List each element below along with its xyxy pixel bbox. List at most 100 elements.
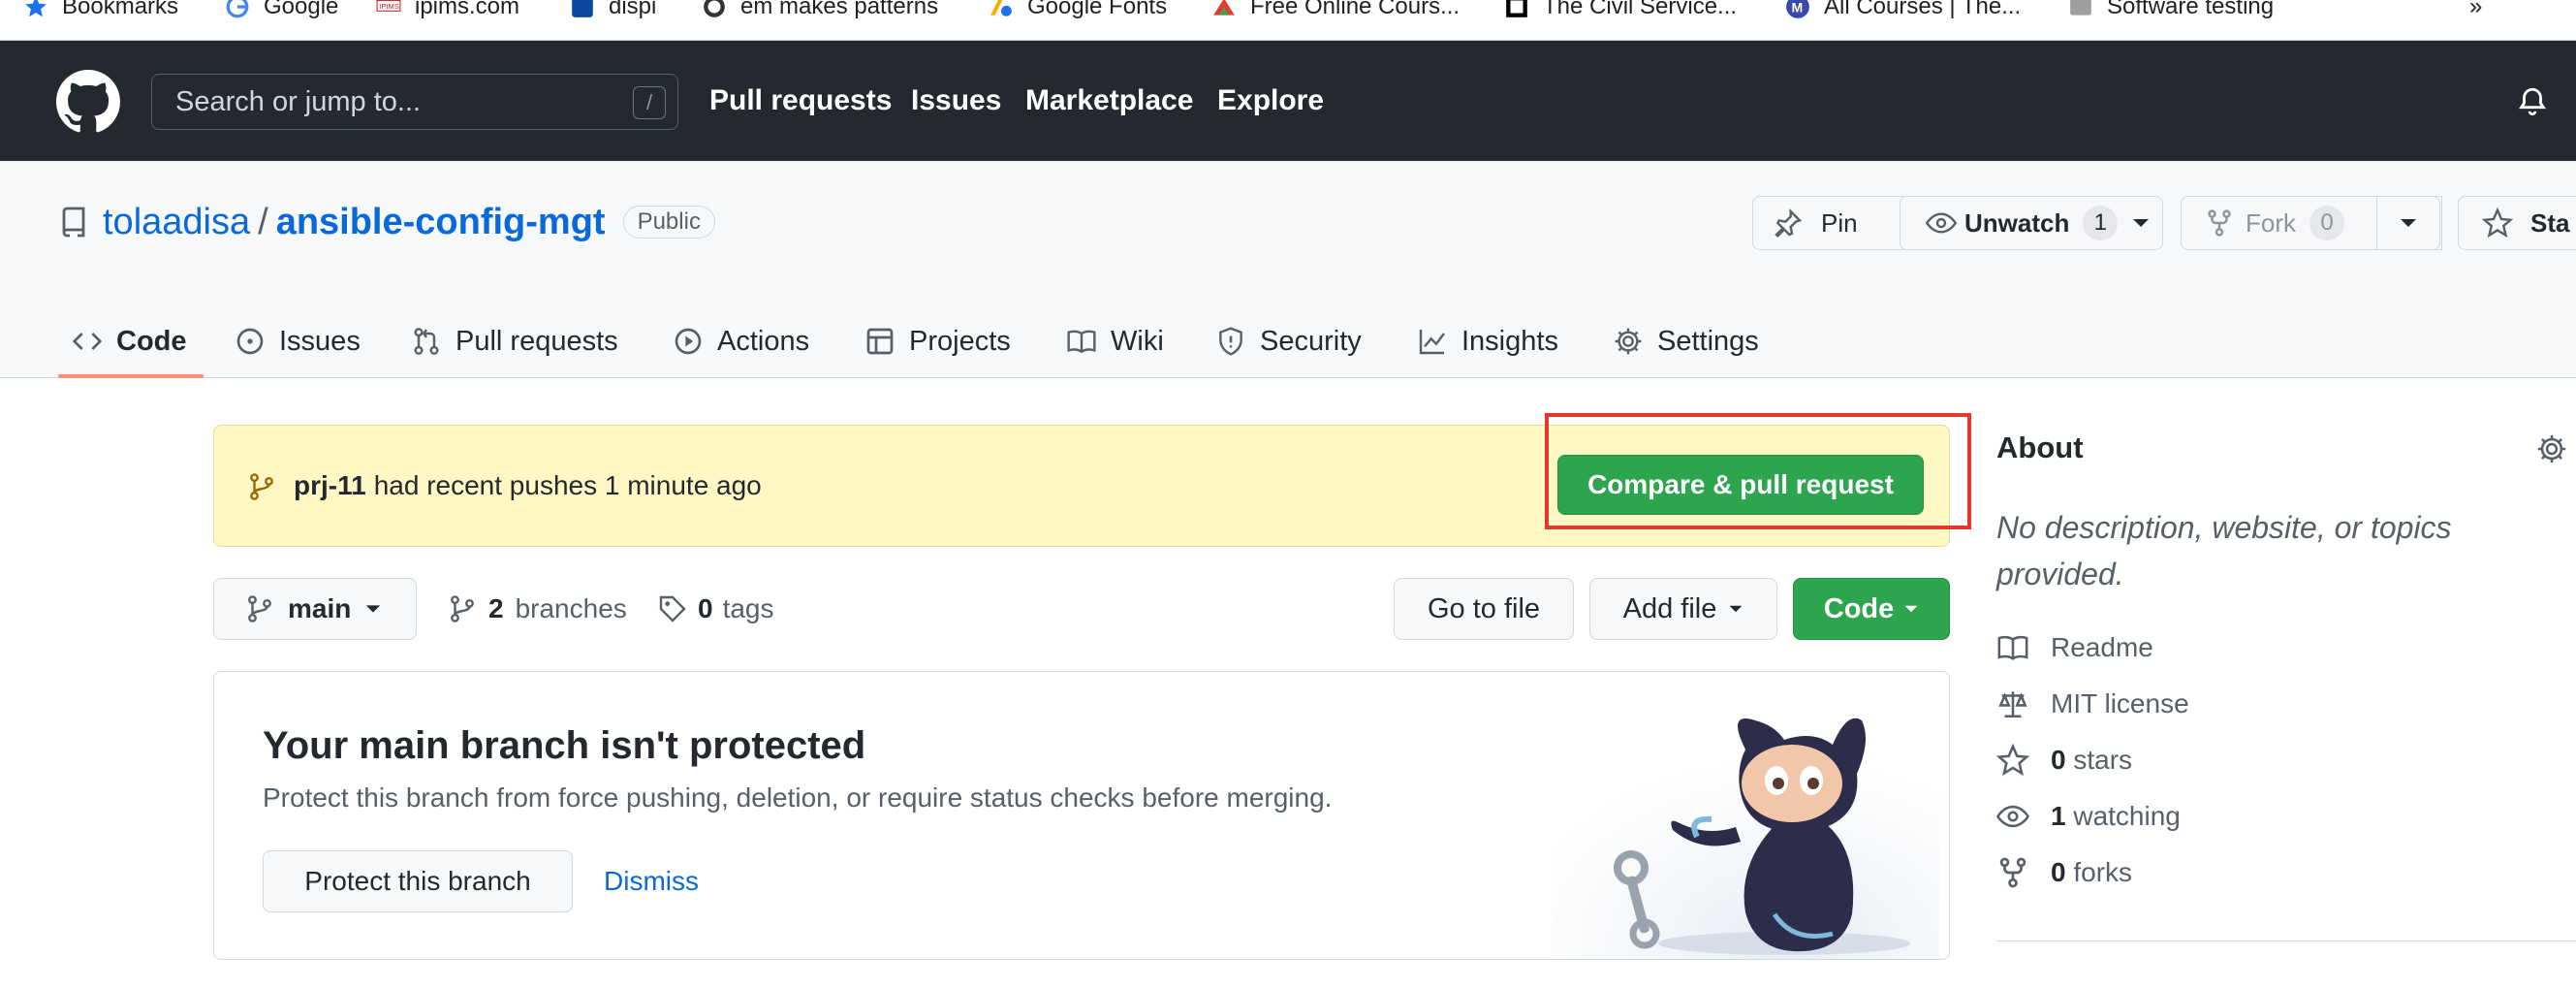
caret-down-icon [2133,219,2150,227]
protect-branch-button[interactable]: Protect this branch [263,850,573,912]
bookmarks-overflow-button[interactable]: » [2469,0,2482,23]
nav-explore[interactable]: Explore [1217,41,1324,161]
notifications-bell-icon[interactable] [2516,85,2549,118]
bookmark-item[interactable]: Google [225,0,338,23]
bookmark-item[interactable]: The Civil Service... [1504,0,1737,23]
branch-protection-box: Your main branch isn't protected Protect… [213,671,1950,960]
book-icon [1067,330,1096,354]
tab-pull-requests[interactable]: Pull requests [411,304,618,378]
table-icon [866,328,894,355]
nav-issues[interactable]: Issues [911,41,1001,161]
branches-link[interactable]: 2 branches [448,578,627,640]
star-button[interactable]: Sta [2458,196,2576,250]
pushed-branch-link[interactable]: prj-11 [294,470,366,501]
issue-opened-icon [236,328,264,355]
tab-issues[interactable]: Issues [235,304,361,378]
about-title: About [1996,431,2084,464]
bookmark-item[interactable]: IPIMS ipims.com [376,0,519,23]
caret-down-icon [366,605,381,613]
github-logo-icon[interactable] [56,70,120,134]
tab-label: Issues [279,325,361,357]
folder-icon [2070,0,2091,16]
watch-count: 1 [2083,206,2119,240]
star-outline-icon [1996,744,2029,777]
forks-link[interactable]: 0 forks [1996,853,2132,892]
highlight-box [1545,413,1971,529]
recent-pushes-message: had recent pushes 1 minute ago [373,470,762,500]
go-to-file-button[interactable]: Go to file [1394,578,1574,640]
bookmark-item[interactable]: M All Courses | The... [1785,0,2021,23]
tab-code[interactable]: Code [72,304,187,378]
nav-marketplace[interactable]: Marketplace [1025,41,1193,161]
branch-icon [248,595,271,622]
fork-count: 0 [2309,206,2344,240]
watching-link[interactable]: 1 watching [1996,797,2181,836]
tags-count: 0 [698,593,713,623]
fork-icon [1999,857,2026,888]
tab-wiki[interactable]: Wiki [1066,304,1164,378]
bookmark-item[interactable]: Software testing [2068,0,2274,23]
repo-path-separator: / [258,201,268,242]
tab-label: Pull requests [456,325,618,357]
branch-icon [451,595,474,622]
bookmark-item[interactable]: Google Fonts [989,0,1167,23]
visibility-badge: Public [622,206,715,239]
global-search-input[interactable]: Search or jump to... / [151,74,678,130]
forks-label: forks [2073,857,2133,887]
bookmark-label: All Courses | The... [1824,0,2022,19]
branches-count: 2 [488,593,504,623]
repo-name-link[interactable]: ansible-config-mgt [276,202,606,243]
gear-icon [1615,328,1642,355]
repo-owner-link[interactable]: tolaadisa [103,202,250,243]
bookmark-label: Google Fonts [1027,0,1168,19]
watching-label: watching [2073,801,2181,831]
pin-button[interactable]: Pin [1752,196,1909,250]
bookmark-label: Software testing [2107,0,2275,19]
tab-projects[interactable]: Projects [864,304,1011,378]
branch-name: main [288,593,352,623]
dismiss-link[interactable]: Dismiss [604,850,699,912]
law-scale-icon [1998,691,2027,718]
bookmark-item[interactable]: dispi [570,0,656,23]
active-tab-underline [58,374,204,378]
unwatch-label: Unwatch [1964,207,2070,238]
readme-label: Readme [2051,632,2153,662]
code-icon [72,333,103,350]
tab-actions[interactable]: Actions [673,304,809,378]
bookmark-item[interactable]: Free Online Cours... [1211,0,1460,23]
fork-options-button[interactable] [2376,196,2440,250]
caret-down-icon [2401,219,2416,227]
pin-label: Pin [1821,207,1858,238]
readme-link[interactable]: Readme [1996,628,2153,667]
bookmark-item[interactable]: em makes patterns [702,0,938,23]
license-link[interactable]: MIT license [1996,685,2189,723]
license-label: MIT license [2051,688,2189,718]
tab-label: Wiki [1111,325,1164,357]
google-fonts-icon [990,0,1012,16]
watching-count: 1 [2051,801,2066,831]
bookmark-label: em makes patterns [740,0,939,19]
tab-label: Actions [717,325,810,357]
eye-icon [1996,805,2029,828]
code-download-button[interactable]: Code [1793,578,1950,640]
add-file-button[interactable]: Add file [1589,578,1777,640]
fork-label: Fork [2246,207,2296,238]
octocat-illustration-icon [1552,691,1939,959]
tab-settings[interactable]: Settings [1613,304,1759,378]
pin-icon [1775,208,1803,239]
tab-security[interactable]: Security [1215,304,1362,378]
tab-insights[interactable]: Insights [1417,304,1558,378]
tags-link[interactable]: 0 tags [657,578,774,640]
unwatch-button[interactable]: Unwatch 1 [1900,196,2163,250]
add-file-label: Add file [1622,592,1717,624]
play-circle-icon [675,328,702,355]
branch-select-button[interactable]: main [213,578,417,640]
stars-link[interactable]: 0 stars [1996,741,2132,780]
graph-icon [1419,330,1445,355]
nav-pull-requests[interactable]: Pull requests [709,41,892,161]
bookmark-item[interactable]: Bookmarks [23,0,178,23]
shield-icon [1219,327,1242,356]
gear-icon[interactable] [2535,432,2568,465]
bookmark-label: Free Online Cours... [1250,0,1461,19]
caret-down-icon [1904,605,1918,613]
